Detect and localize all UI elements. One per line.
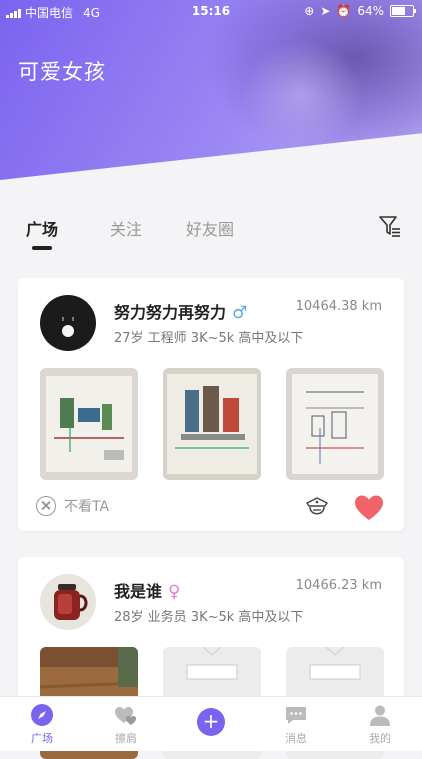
- post-photo[interactable]: [286, 368, 384, 480]
- compass-icon: [31, 704, 53, 726]
- avatar[interactable]: [40, 574, 96, 630]
- nav-label: 广场: [31, 732, 53, 745]
- tab-bar: 广场 关注 好友圈: [0, 208, 422, 258]
- user-info: 27岁 工程师 3K~5k 高中及以下: [114, 331, 304, 346]
- user-name-text: 努力努力再努力: [114, 303, 227, 322]
- battery-icon: [390, 5, 416, 17]
- close-circle-icon: [36, 496, 56, 516]
- header-banner: 中国电信 4G 15:16 ⊕ ➤ ⏰ 64% 可爱女孩: [0, 0, 422, 180]
- tab-friends-circle[interactable]: 好友圈: [186, 216, 234, 240]
- female-icon: ♀: [168, 582, 181, 602]
- nav-profile[interactable]: 我的: [350, 703, 410, 746]
- nav-square[interactable]: 广场: [12, 703, 72, 746]
- location-icon: ➤: [320, 4, 331, 18]
- nav-label: 擦肩: [115, 732, 137, 745]
- hearts-icon: [115, 707, 136, 725]
- hide-user-label: 不看TA: [64, 499, 110, 515]
- post-photo[interactable]: [40, 368, 138, 480]
- tab-square[interactable]: 广场: [26, 216, 58, 240]
- user-name[interactable]: 努力努力再努力 ♂: [114, 299, 247, 323]
- distance-label: 10464.38 km: [295, 299, 382, 314]
- nav-brush-shoulders[interactable]: 擦肩: [96, 703, 156, 746]
- post-card[interactable]: 努力努力再努力 ♂ 10464.38 km 27岁 工程师 3K~5k 高中及以下: [18, 278, 404, 531]
- male-icon: ♂: [232, 303, 248, 323]
- plus-icon: +: [202, 709, 220, 733]
- alarm-icon: ⏰: [336, 4, 352, 18]
- message-icon: [286, 707, 306, 724]
- nav-label: 我的: [369, 732, 391, 745]
- post-actions: 不看TA: [36, 494, 386, 522]
- tab-following[interactable]: 关注: [110, 216, 142, 240]
- user-info: 28岁 业务员 3K~5k 高中及以下: [114, 610, 304, 625]
- bottom-navigation: 广场 擦肩 + 消息 我的: [0, 696, 422, 751]
- add-post-button[interactable]: +: [197, 708, 225, 736]
- user-name-text: 我是谁: [114, 582, 163, 601]
- filter-icon[interactable]: [378, 214, 402, 238]
- header-background-highlight: [242, 40, 362, 150]
- tab-active-indicator: [32, 246, 52, 250]
- police-badge-icon[interactable]: [304, 494, 330, 520]
- lock-rotation-icon: ⊕: [304, 4, 315, 18]
- battery-percent: 64%: [357, 4, 384, 18]
- nav-label: 消息: [285, 732, 307, 745]
- hide-user-button[interactable]: 不看TA: [36, 496, 109, 516]
- nav-messages[interactable]: 消息: [266, 703, 326, 746]
- person-icon: [370, 705, 390, 726]
- user-name[interactable]: 我是谁 ♀: [114, 578, 180, 602]
- post-photo[interactable]: [163, 368, 261, 480]
- avatar[interactable]: [40, 295, 96, 351]
- like-heart-icon[interactable]: [354, 494, 384, 522]
- page-title: 可爱女孩: [18, 60, 106, 84]
- status-bar: 中国电信 4G 15:16 ⊕ ➤ ⏰ 64%: [0, 0, 422, 22]
- photo-grid: [40, 368, 384, 480]
- battery-fill: [392, 7, 405, 15]
- distance-label: 10466.23 km: [295, 578, 382, 593]
